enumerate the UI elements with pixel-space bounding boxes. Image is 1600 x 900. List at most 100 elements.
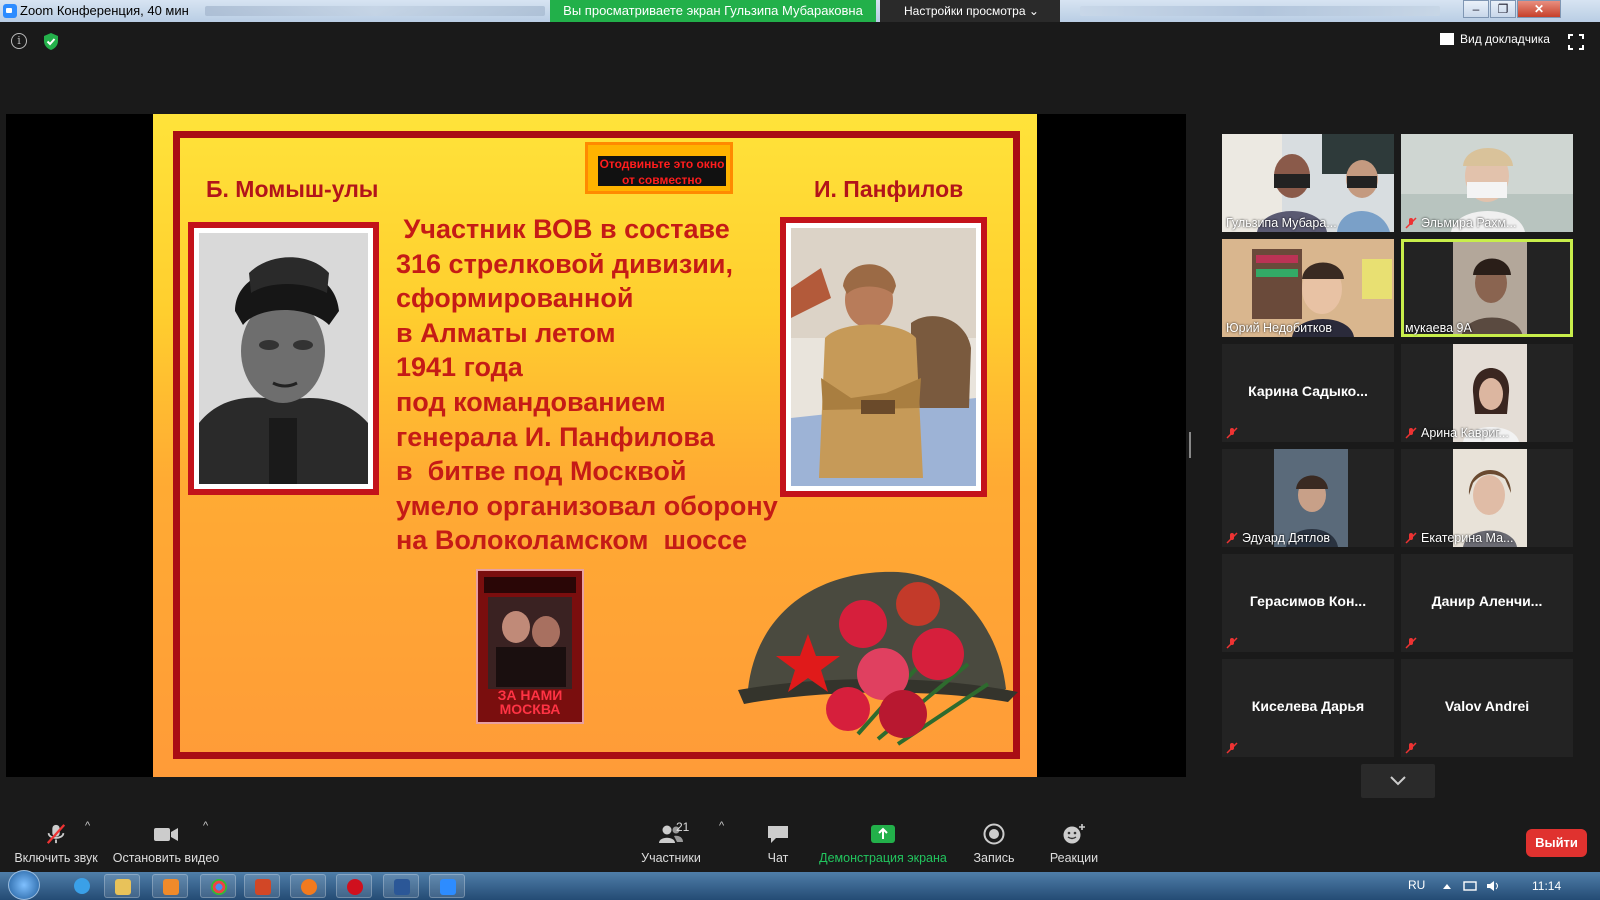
audio-options-caret[interactable]: ^ <box>85 820 90 832</box>
view-options-button[interactable]: Настройки просмотра ⌄ <box>880 0 1060 22</box>
participants-button[interactable]: 21 Участники <box>636 820 706 865</box>
shared-screen: Б. Момыш-улы И. Панфилов Отодвиньте это … <box>6 114 1186 777</box>
record-icon <box>983 823 1005 845</box>
windows-taskbar: RU 11:14 <box>0 870 1600 900</box>
video-options-caret[interactable]: ^ <box>203 820 208 832</box>
taskbar-clock[interactable]: 11:14 <box>1532 879 1561 893</box>
firefox-taskbar-icon[interactable] <box>290 874 326 898</box>
slide-name-left: Б. Момыш-улы <box>206 176 379 202</box>
file-explorer-taskbar-icon[interactable] <box>104 874 140 898</box>
slide-body-line: умело организовал оборону <box>396 490 778 521</box>
presentation-slide: Б. Момыш-улы И. Панфилов Отодвиньте это … <box>153 114 1037 777</box>
slide-body-text: Участник ВОВ в составе 316 стрелковой див… <box>396 212 816 558</box>
book-cover-image: ЗА НАМИ МОСКВА <box>476 569 584 724</box>
word-taskbar-icon[interactable] <box>383 874 419 898</box>
book-title: ЗА НАМИ МОСКВА <box>497 687 563 717</box>
chrome-taskbar-icon[interactable] <box>200 874 236 898</box>
video-tile[interactable]: Юрий Недобитков <box>1222 239 1394 337</box>
leave-meeting-button[interactable]: Выйти <box>1526 829 1587 857</box>
stop-video-label: Остановить видео <box>112 851 220 865</box>
microphone-muted-icon <box>1405 427 1417 439</box>
video-tile[interactable]: Екатерина Ма... <box>1401 449 1573 547</box>
video-tile[interactable]: Карина Садыко... <box>1222 344 1394 442</box>
video-tile[interactable]: Эдуард Дятлов <box>1222 449 1394 547</box>
participant-name: Юрий Недобитков <box>1226 321 1333 335</box>
windows-start-button[interactable] <box>8 870 40 900</box>
participant-name: Valov Andrei <box>1444 698 1530 714</box>
video-tile-active-speaker[interactable]: мукаева 9А <box>1401 239 1573 337</box>
participants-count: 21 <box>676 820 690 834</box>
slide-body-line: под командованием <box>396 386 666 417</box>
portrait-momysh-uly-image <box>199 233 368 484</box>
slide-body-line: 316 стрелковой дивизии, <box>396 248 733 279</box>
blurred-window-tabs <box>1080 6 1440 16</box>
encryption-shield-icon[interactable] <box>42 32 60 51</box>
view-options-label: Настройки просмотра <box>904 4 1026 18</box>
unmute-label: Включить звук <box>14 851 98 865</box>
network-icon[interactable] <box>1463 880 1477 892</box>
record-button[interactable]: Запись <box>971 823 1017 865</box>
video-tile[interactable]: Арина Кавриг... <box>1401 344 1573 442</box>
slide-body-line: Участник ВОВ в составе <box>396 214 730 244</box>
reactions-emoji-icon <box>1063 824 1085 844</box>
panel-resize-handle[interactable] <box>1189 432 1191 458</box>
share-screen-button[interactable]: Демонстрация экрана <box>818 823 948 865</box>
video-tile[interactable]: Гульзипа Мубара... <box>1222 134 1394 232</box>
viewing-screen-banner: Вы просматриваете экран Гульзипа Мубарак… <box>550 0 876 22</box>
gallery-next-page-button[interactable] <box>1361 764 1435 798</box>
video-tile[interactable]: Эльмира Рахм... <box>1401 134 1573 232</box>
powerpoint-taskbar-icon[interactable] <box>244 874 280 898</box>
slide-body-line: в битве под Москвой <box>396 456 687 487</box>
title-bar: Zoom Конференция, 40 мин Вы просматривае… <box>0 0 1600 22</box>
volume-icon[interactable] <box>1486 880 1500 892</box>
participant-name: Киселева Дарья <box>1251 698 1365 714</box>
portrait-panfilov-image <box>791 228 976 486</box>
participant-name: Арина Кавриг... <box>1421 426 1509 440</box>
microphone-muted-icon <box>1405 742 1417 754</box>
record-label: Запись <box>973 851 1015 865</box>
internet-explorer-taskbar-icon[interactable] <box>64 874 100 898</box>
chevron-down-icon <box>1390 776 1406 786</box>
close-window-button[interactable]: ✕ <box>1517 0 1561 18</box>
slide-body-line: 1941 года <box>396 352 523 383</box>
microphone-muted-icon <box>46 824 66 844</box>
participant-name: Екатерина Ма... <box>1421 531 1514 545</box>
video-tile[interactable]: Данир Аленчи... <box>1401 554 1573 652</box>
slide-body-line: генерала И. Панфилова <box>396 421 715 452</box>
participant-name: Карина Садыко... <box>1248 383 1368 399</box>
opera-taskbar-icon[interactable] <box>336 874 372 898</box>
chat-button[interactable]: Чат <box>760 823 796 865</box>
restore-button[interactable]: ❐ <box>1490 0 1516 18</box>
microphone-muted-icon <box>1405 637 1417 649</box>
microphone-muted-icon <box>1405 532 1417 544</box>
speaker-view-button[interactable]: Вид докладчика <box>1440 32 1550 46</box>
show-hidden-icons-icon[interactable] <box>1440 880 1454 892</box>
video-tile[interactable]: Valov Andrei <box>1401 659 1573 757</box>
chevron-down-icon: ⌄ <box>1028 4 1039 18</box>
video-tile[interactable]: Киселева Дарья <box>1222 659 1394 757</box>
microphone-muted-icon <box>1226 532 1238 544</box>
media-player-taskbar-icon[interactable] <box>152 874 188 898</box>
microphone-muted-icon <box>1405 217 1417 229</box>
blurred-window-title <box>205 6 545 16</box>
video-tile[interactable]: Герасимов Кон... <box>1222 554 1394 652</box>
slide-body-line: на Волоколамском шоссе <box>396 525 748 556</box>
meeting-info-icon[interactable]: i <box>11 33 27 49</box>
share-screen-label: Демонстрация экрана <box>819 851 947 865</box>
minimize-button[interactable]: – <box>1463 0 1489 18</box>
keyboard-language-indicator[interactable]: RU <box>1408 878 1425 892</box>
slide-name-right: И. Панфилов <box>814 176 964 202</box>
zoom-logo-icon <box>3 4 17 18</box>
participant-name: Гульзипа Мубара... <box>1226 216 1337 230</box>
participants-icon-wrap: 21 <box>646 820 696 845</box>
chat-label: Чат <box>767 851 789 865</box>
reactions-button[interactable]: Реакции <box>1046 823 1102 865</box>
window-title: Zoom Конференция, 40 мин <box>20 3 189 18</box>
participant-name: Герасимов Кон... <box>1249 593 1367 609</box>
book-cover-photo <box>484 577 576 689</box>
participants-options-caret[interactable]: ^ <box>719 820 724 832</box>
helmet-with-carnations-image <box>738 571 1018 746</box>
zoom-taskbar-icon[interactable] <box>429 874 465 898</box>
fullscreen-icon[interactable] <box>1568 34 1584 50</box>
share-screen-icon <box>871 825 895 843</box>
